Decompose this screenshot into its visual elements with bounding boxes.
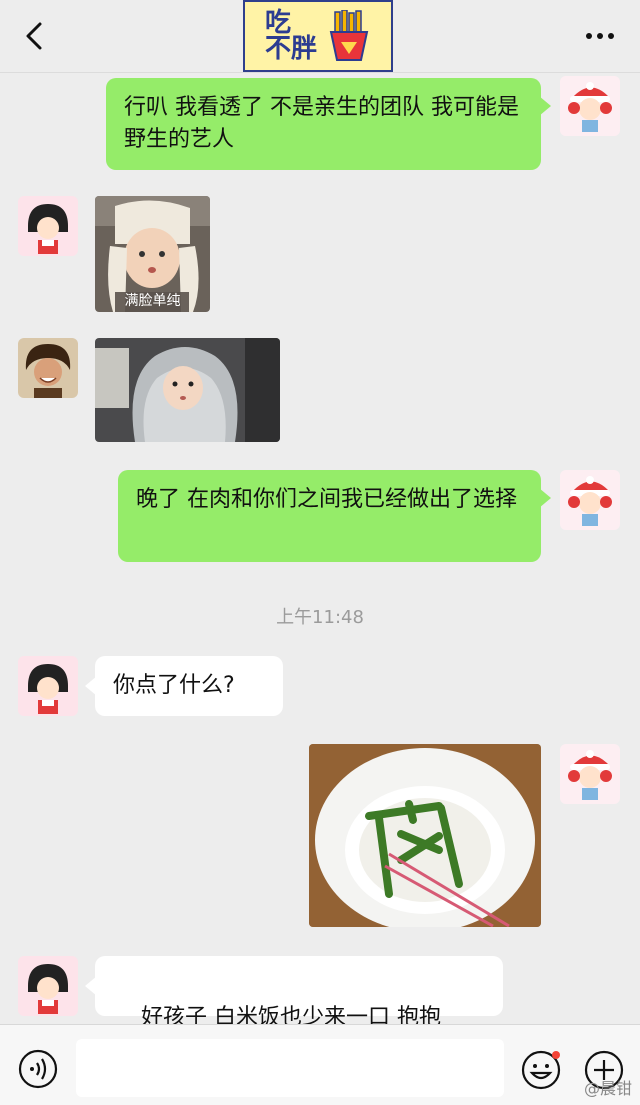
voice-input-icon[interactable]: [18, 1049, 58, 1089]
message-bubble-other[interactable]: 你点了什么?: [85, 656, 283, 716]
message-bubble-me[interactable]: 晚了 在肉和你们之间我已经做出了选择: [118, 470, 551, 562]
message-bubble-other[interactable]: 好孩子 白米饭也少来一口 抱抱: [85, 956, 503, 1059]
bob-hair-girl-icon: [18, 196, 78, 256]
message-timestamp: 上午11:48: [276, 607, 364, 628]
chat-title-badge: 吃 不胖: [243, 0, 393, 72]
chat-header: 吃 不胖: [0, 0, 640, 73]
bob-hair-girl-icon: [18, 656, 78, 716]
fries-logo-icon: [329, 10, 369, 61]
girl-santa-hat-icon: [560, 76, 620, 136]
avatar-friend-1[interactable]: [18, 196, 78, 256]
avatar-friend-1[interactable]: [18, 656, 78, 716]
more-dots-icon[interactable]: [582, 24, 618, 48]
avatar-me[interactable]: [560, 76, 620, 136]
image-message-rice-bowl[interactable]: [309, 744, 541, 927]
badge-line2: 不胖: [264, 34, 317, 64]
girl-santa-hat-icon: [560, 744, 620, 804]
chat-messages[interactable]: 行叭 我看透了 不是亲生的团队 我可能是野生的艺人 满脸单纯 晚了 在肉和你们之…: [0, 72, 640, 1059]
message-bubble-me[interactable]: 行叭 我看透了 不是亲生的团队 我可能是野生的艺人: [106, 78, 551, 170]
curly-hair-boy-icon: [18, 338, 78, 398]
watermark: @晨钳: [583, 1079, 632, 1098]
input-bar: @晨钳: [0, 1024, 640, 1105]
image-caption: 满脸单纯: [124, 293, 181, 309]
message-input[interactable]: [76, 1039, 504, 1097]
avatar-friend-2[interactable]: [18, 338, 78, 398]
emoji-icon[interactable]: [520, 1049, 562, 1091]
girl-santa-hat-icon: [560, 470, 620, 530]
image-message-baby-blanket[interactable]: [95, 338, 280, 442]
badge-line1: 吃: [264, 8, 291, 38]
avatar-friend-1[interactable]: [18, 956, 78, 1016]
chevron-left-icon[interactable]: [18, 18, 54, 54]
image-message-baby-towel[interactable]: 满脸单纯: [95, 196, 210, 312]
bob-hair-girl-icon: [18, 956, 78, 1016]
avatar-me[interactable]: [560, 470, 620, 530]
avatar-me[interactable]: [560, 744, 620, 804]
